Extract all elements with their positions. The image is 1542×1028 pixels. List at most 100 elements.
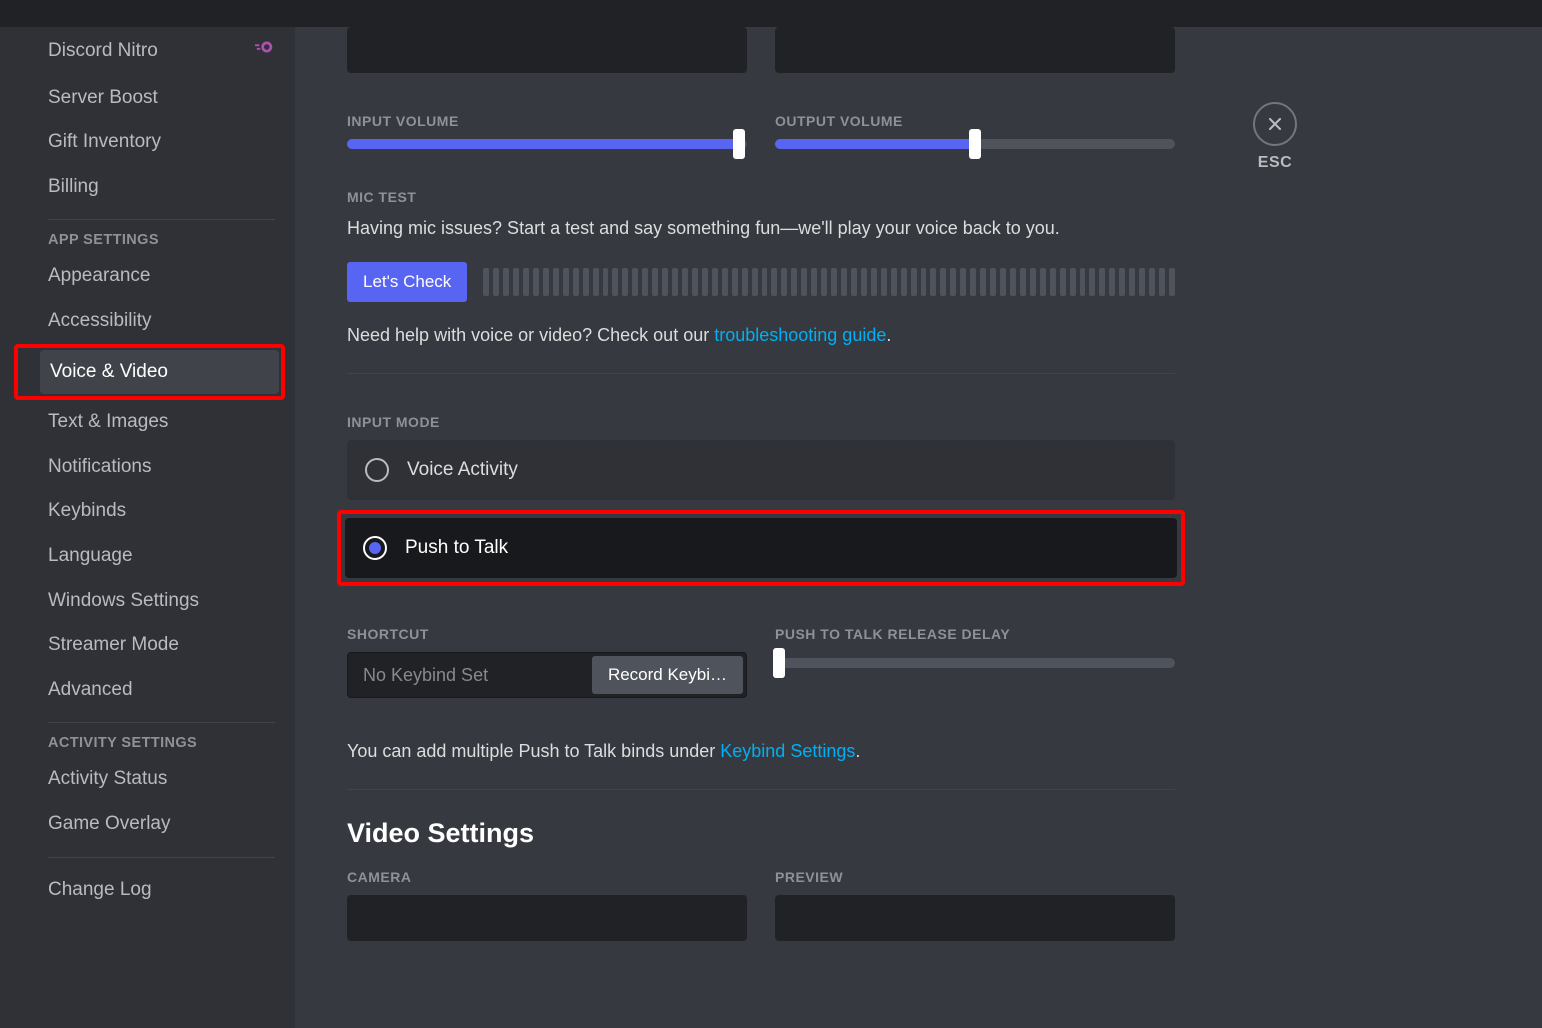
keybind-settings-link[interactable]: Keybind Settings <box>720 741 855 761</box>
sidebar-item-billing[interactable]: Billing <box>38 165 285 210</box>
sidebar-category-activity-settings: ACTIVITY SETTINGS <box>38 735 285 751</box>
mic-bar <box>632 268 638 296</box>
mic-bar <box>712 268 718 296</box>
mic-bar <box>742 268 748 296</box>
slider-thumb[interactable] <box>733 129 745 159</box>
mic-bar <box>1169 268 1175 296</box>
mic-bar <box>1089 268 1095 296</box>
sidebar-item-label: Voice & Video <box>50 359 168 386</box>
mic-bar <box>1040 268 1046 296</box>
mic-bar <box>1060 268 1066 296</box>
mic-bar <box>702 268 708 296</box>
mic-bar <box>493 268 499 296</box>
input-volume-slider[interactable] <box>347 139 747 149</box>
mic-bar <box>682 268 688 296</box>
sidebar-item-gift-inventory[interactable]: Gift Inventory <box>38 120 285 165</box>
sidebar-category-app-settings: APP SETTINGS <box>38 232 285 248</box>
sidebar-item-language[interactable]: Language <box>38 534 285 579</box>
mic-bar <box>593 268 599 296</box>
radio-voice-activity[interactable]: Voice Activity <box>347 440 1175 500</box>
sidebar-item-accessibility[interactable]: Accessibility <box>38 299 285 344</box>
mic-bar <box>503 268 509 296</box>
mic-bar <box>871 268 877 296</box>
mic-bar <box>930 268 936 296</box>
radio-label: Push to Talk <box>405 537 508 559</box>
sidebar-item-label: Windows Settings <box>48 588 199 615</box>
keybind-placeholder: No Keybind Set <box>351 665 592 686</box>
mic-bar <box>642 268 648 296</box>
video-settings-heading: Video Settings <box>347 818 1175 849</box>
camera-preview <box>775 895 1175 941</box>
mic-bar <box>990 268 996 296</box>
mic-bar <box>1149 268 1155 296</box>
input-device-select[interactable] <box>347 27 747 73</box>
mic-bar <box>662 268 668 296</box>
mic-bar <box>1050 268 1056 296</box>
sidebar-item-activity-status[interactable]: Activity Status <box>38 757 285 802</box>
sidebar-item-label: Keybinds <box>48 498 126 525</box>
mic-bar <box>851 268 857 296</box>
mic-bar <box>821 268 827 296</box>
sidebar-item-advanced[interactable]: Advanced <box>38 668 285 713</box>
camera-label: CAMERA <box>347 869 747 885</box>
ptt-delay-slider[interactable] <box>775 658 1175 668</box>
sidebar-item-server-boost[interactable]: Server Boost <box>38 76 285 121</box>
ptt-hint-text: You can add multiple Push to Talk binds … <box>347 738 1175 765</box>
sidebar-item-label: Accessibility <box>48 308 151 335</box>
sidebar-item-game-overlay[interactable]: Game Overlay <box>38 802 285 847</box>
mic-bar <box>891 268 897 296</box>
sidebar-item-label: Advanced <box>48 677 133 704</box>
sidebar-item-windows-settings[interactable]: Windows Settings <box>38 579 285 624</box>
mic-bar <box>901 268 907 296</box>
output-volume-label: OUTPUT VOLUME <box>775 113 1175 129</box>
slider-thumb[interactable] <box>969 129 981 159</box>
mic-bar <box>1070 268 1076 296</box>
sidebar-item-appearance[interactable]: Appearance <box>38 254 285 299</box>
output-volume-slider[interactable] <box>775 139 1175 149</box>
mic-bar <box>861 268 867 296</box>
keybind-input[interactable]: No Keybind Set Record Keybi… <box>347 652 747 698</box>
sidebar-item-label: Discord Nitro <box>48 38 158 65</box>
voice-help-text: Need help with voice or video? Check out… <box>347 322 1175 349</box>
sidebar-item-text-images[interactable]: Text & Images <box>38 400 285 445</box>
slider-thumb[interactable] <box>773 648 785 678</box>
mic-bar <box>841 268 847 296</box>
mic-bar <box>771 268 777 296</box>
record-keybind-button[interactable]: Record Keybi… <box>592 656 743 694</box>
slider-fill <box>775 139 975 149</box>
sidebar-item-notifications[interactable]: Notifications <box>38 445 285 490</box>
troubleshooting-link[interactable]: troubleshooting guide <box>714 325 886 345</box>
mic-bar <box>652 268 658 296</box>
camera-select[interactable] <box>347 895 747 941</box>
sidebar-item-change-log[interactable]: Change Log <box>38 868 285 913</box>
mic-bar <box>970 268 976 296</box>
mic-test-button[interactable]: Let's Check <box>347 262 467 302</box>
sidebar-item-keybinds[interactable]: Keybinds <box>38 489 285 534</box>
sidebar-item-voice-video[interactable]: Voice & Video <box>40 350 279 395</box>
mic-bar <box>1159 268 1165 296</box>
separator <box>48 857 275 858</box>
radio-push-to-talk[interactable]: Push to Talk <box>345 518 1177 578</box>
mic-bar <box>672 268 678 296</box>
sidebar-item-streamer-mode[interactable]: Streamer Mode <box>38 623 285 668</box>
sidebar-item-label: Appearance <box>48 263 150 290</box>
mic-bar <box>921 268 927 296</box>
mic-bar <box>523 268 529 296</box>
mic-bar <box>980 268 986 296</box>
mic-bar <box>543 268 549 296</box>
sidebar-item-label: Language <box>48 543 133 570</box>
mic-bar <box>752 268 758 296</box>
radio-icon <box>363 536 387 560</box>
mic-bar <box>911 268 917 296</box>
output-device-select[interactable] <box>775 27 1175 73</box>
mic-bar <box>1139 268 1145 296</box>
separator <box>48 219 275 220</box>
close-button[interactable] <box>1253 102 1297 146</box>
mic-bar <box>692 268 698 296</box>
mic-bar <box>1000 268 1006 296</box>
sidebar-item-nitro[interactable]: Discord Nitro <box>38 27 285 76</box>
mic-bar <box>583 268 589 296</box>
mic-bar <box>513 268 519 296</box>
mic-bar <box>573 268 579 296</box>
mic-test-description: Having mic issues? Start a test and say … <box>347 215 1175 242</box>
